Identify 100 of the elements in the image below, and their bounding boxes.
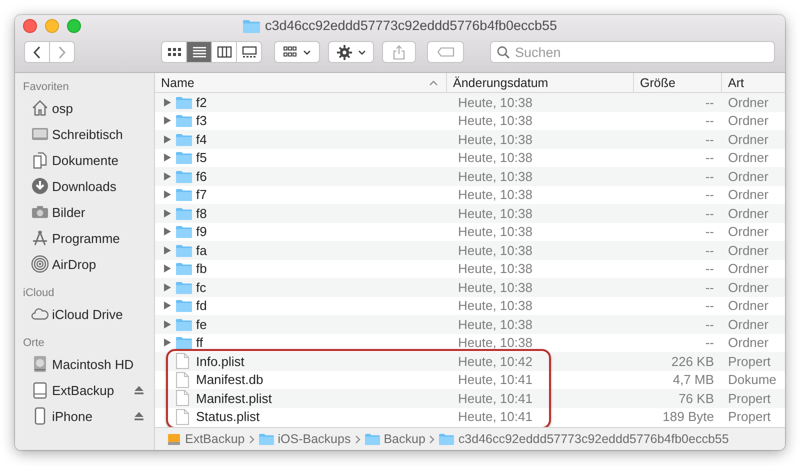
file-row[interactable]: f2 Heute, 10:38 -- Ordner (155, 93, 785, 112)
path-item[interactable]: iOS-Backups (258, 432, 351, 446)
file-name: fe (196, 316, 207, 332)
path-item[interactable]: Backup (364, 432, 426, 446)
search-field[interactable]: Suchen (490, 41, 775, 63)
file-row[interactable]: fa Heute, 10:38 -- Ordner (155, 241, 785, 260)
folder-icon (176, 206, 192, 220)
path-item[interactable]: ExtBackup (167, 432, 245, 446)
size-cell-text: 76 KB (678, 390, 715, 406)
kind-cell-text: Ordner (727, 224, 770, 240)
file-row[interactable]: f8 Heute, 10:38 -- Ordner (155, 204, 785, 222)
folder-icon (242, 18, 260, 32)
column-header[interactable]: Art (722, 73, 785, 92)
kind-cell-text: Ordner (727, 132, 770, 147)
sidebar-item[interactable]: AirDrop (23, 251, 154, 277)
close-button[interactable] (23, 19, 37, 33)
sidebar-item[interactable]: Downloads (23, 173, 154, 199)
gallery-icon (242, 46, 256, 58)
eject-icon[interactable] (134, 385, 144, 395)
folder-icon (176, 132, 192, 146)
column-header[interactable]: Größe (634, 73, 722, 92)
file-name: Status.plist (196, 409, 260, 424)
caret-icon (358, 50, 366, 54)
date-cell-text: Heute, 10:38 (457, 150, 534, 166)
date-cell-text: Heute, 10:41 (457, 409, 534, 424)
file-row[interactable]: Manifest.plist Heute, 10:41 76 KB Propert (155, 389, 785, 408)
kind-cell-text: Ordner (727, 242, 770, 258)
file-name: f9 (196, 224, 207, 240)
file-row[interactable]: f4 Heute, 10:38 -- Ordner (155, 130, 785, 148)
file-row[interactable]: Status.plist Heute, 10:41 189 Byte Propert (155, 408, 785, 426)
file-row[interactable]: f3 Heute, 10:38 -- Ordner (155, 112, 785, 130)
tag-icon (436, 47, 454, 57)
size-cell-text: -- (704, 261, 715, 276)
sidebar-item[interactable]: Programme (23, 225, 154, 251)
file-row[interactable]: Info.plist Heute, 10:42 226 KB Propert (155, 352, 785, 370)
date-cell-text: Heute, 10:38 (457, 316, 534, 332)
drive-icon (31, 381, 49, 399)
grid-icon (283, 46, 297, 58)
chevron-icon (354, 434, 361, 444)
file-name: f5 (196, 150, 207, 166)
file-row[interactable]: Manifest.db Heute, 10:41 4,7 MB Dokume (155, 370, 785, 389)
sidebar-item[interactable]: Dokumente (23, 147, 154, 173)
file-row[interactable]: fc Heute, 10:38 -- Ordner (155, 278, 785, 296)
file-row[interactable]: f6 Heute, 10:38 -- Ordner (155, 167, 785, 186)
folder-icon (176, 336, 192, 350)
path-item[interactable]: c3d46cc92eddd57773c92eddd5776b4fb0eccb55 (439, 432, 729, 446)
grid-icon (166, 46, 182, 58)
file-row[interactable]: f9 Heute, 10:38 -- Ordner (155, 222, 785, 241)
zoom-button[interactable] (67, 19, 81, 33)
sidebar-item[interactable]: iPhone (23, 403, 154, 429)
size-cell-text: -- (704, 298, 715, 314)
group-button[interactable] (274, 41, 320, 63)
sidebar-item[interactable]: Macintosh HD (23, 351, 154, 377)
column-header[interactable]: Name (155, 73, 447, 92)
size-cell-text: -- (704, 94, 715, 110)
list-icon (192, 46, 206, 58)
chevron-icon (248, 434, 255, 444)
folder-icon (258, 433, 274, 445)
file-row[interactable]: ff Heute, 10:38 -- Ordner (155, 334, 785, 352)
sidebar-heading: Favoriten (23, 80, 70, 95)
date-cell-text: Heute, 10:38 (457, 168, 534, 184)
chevron-icon (429, 434, 436, 444)
sidebar-item[interactable]: Schreibtisch (23, 121, 154, 147)
view-mode-button[interactable] (187, 42, 212, 62)
sidebar-item[interactable]: osp (23, 95, 154, 121)
kind-cell-text: Ordner (727, 206, 770, 221)
document-icon (176, 353, 189, 370)
columns-icon (216, 46, 232, 58)
size-cell-text: -- (704, 150, 715, 166)
file-name: f3 (196, 113, 207, 128)
size-cell-text: -- (704, 168, 715, 184)
date-cell-text: Heute, 10:42 (457, 354, 534, 369)
camera-icon (31, 203, 49, 221)
chevron-left-icon (33, 46, 41, 58)
file-name: f4 (196, 132, 207, 147)
file-row[interactable]: f7 Heute, 10:38 -- Ordner (155, 186, 785, 204)
compass-icon (31, 229, 49, 247)
sidebar-item[interactable]: iCloud Drive (23, 301, 154, 327)
file-row[interactable]: fb Heute, 10:38 -- Ordner (155, 260, 785, 278)
file-row[interactable]: f5 Heute, 10:38 -- Ordner (155, 148, 785, 167)
action-button[interactable] (328, 41, 374, 63)
column-header[interactable]: Änderungsdatum (447, 73, 634, 92)
file-name: f2 (196, 94, 207, 110)
folder-icon (176, 114, 192, 128)
document-icon (31, 151, 49, 169)
file-name: fa (196, 242, 207, 258)
kind-cell-text: Propert (727, 390, 772, 406)
folder-icon (364, 433, 380, 445)
caret-icon (303, 50, 311, 54)
sidebar-item[interactable]: ExtBackup (23, 377, 154, 403)
size-cell-text: -- (704, 113, 715, 128)
file-row[interactable]: fe Heute, 10:38 -- Ordner (155, 315, 785, 334)
size-cell-text: -- (704, 335, 715, 350)
eject-icon[interactable] (134, 411, 144, 421)
sidebar-item[interactable]: Bilder (23, 199, 154, 225)
file-row[interactable]: fd Heute, 10:38 -- Ordner (155, 296, 785, 315)
kind-cell-text: Ordner (727, 261, 770, 276)
folder-icon (176, 188, 192, 202)
kind-cell-text: Ordner (727, 168, 770, 184)
folder-icon (176, 170, 192, 183)
